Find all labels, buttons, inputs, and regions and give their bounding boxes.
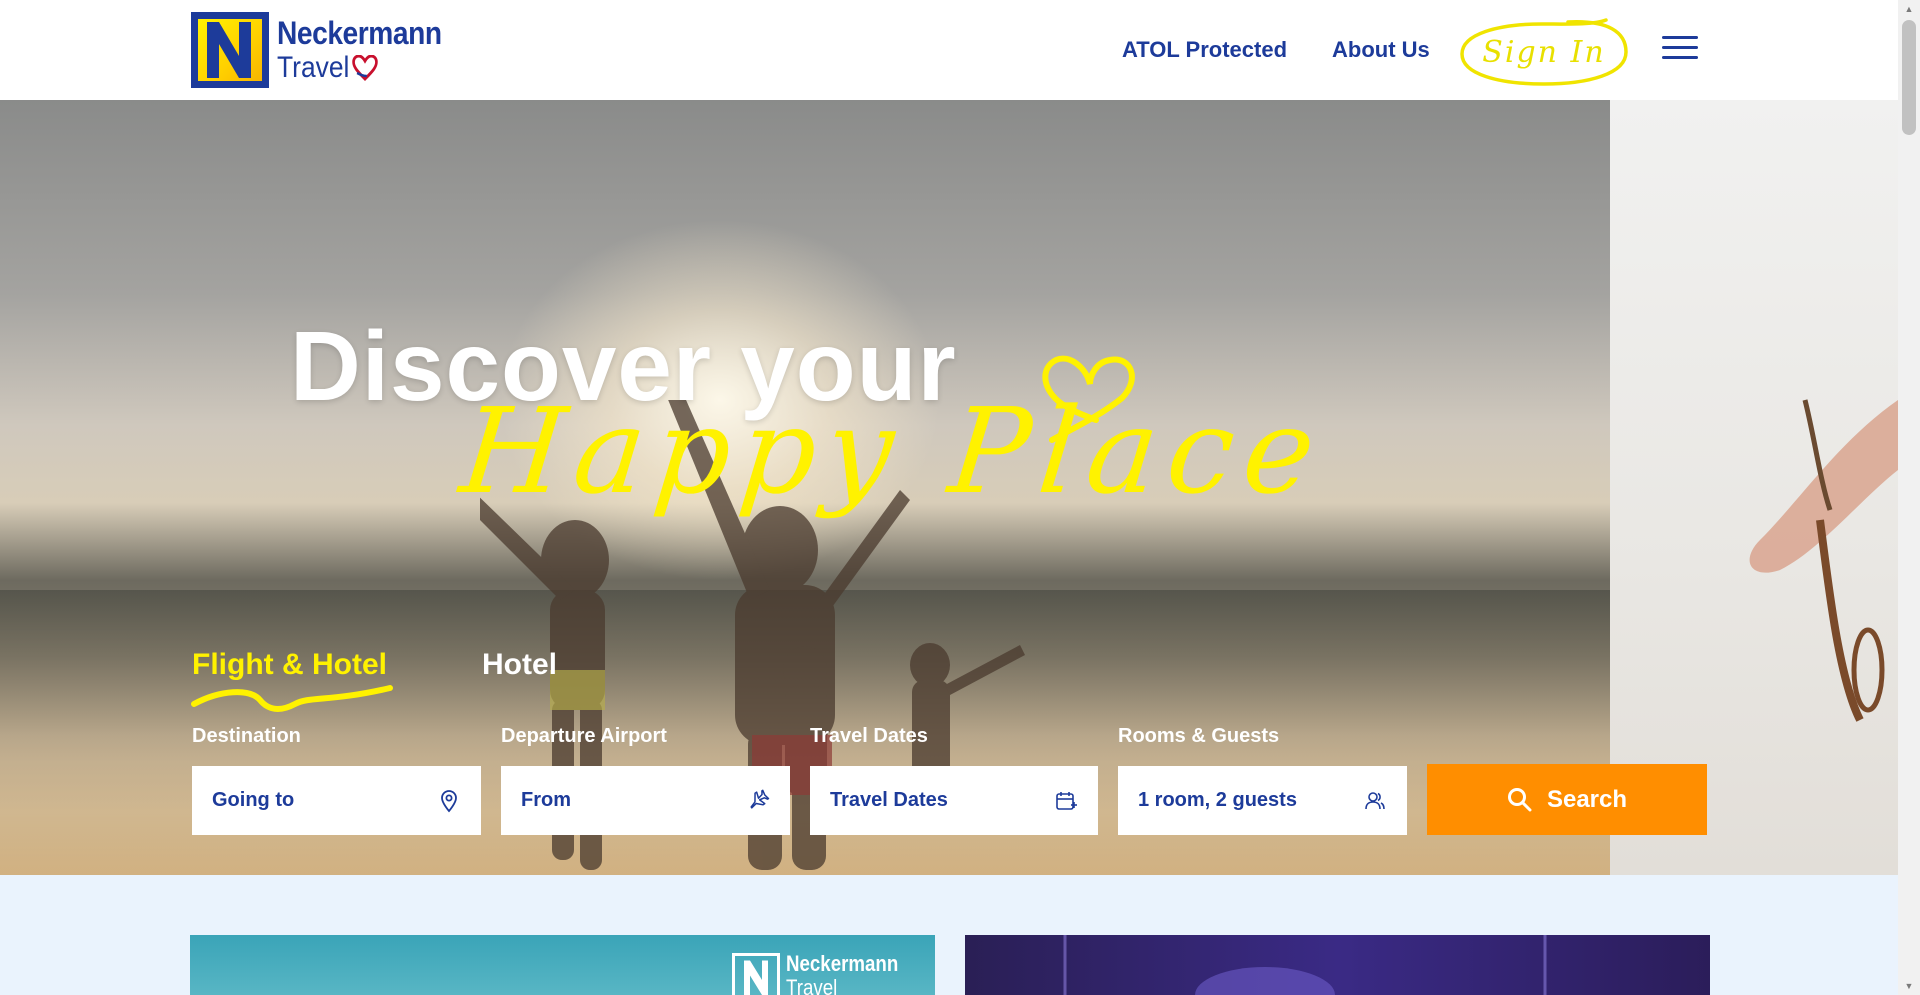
promo-concert-image <box>1063 935 1547 995</box>
tab-flight-hotel[interactable]: Flight & Hotel <box>192 648 387 682</box>
sign-in-button[interactable]: Sign In <box>1458 16 1630 88</box>
tab-hotel[interactable]: Hotel <box>482 648 557 682</box>
tab-active-underline-icon <box>191 685 393 712</box>
logo-brand-text: Neckermann <box>277 15 442 51</box>
departure-airport-field[interactable]: From <box>501 766 790 835</box>
promo-logo: Neckermann Travel <box>732 953 918 995</box>
departure-airport-label: Departure Airport <box>501 725 667 747</box>
nav-link-about-us[interactable]: About Us <box>1332 37 1430 63</box>
promo-logo-sub: Travel <box>786 975 838 995</box>
nav-atol: ATOL Protected <box>1122 0 1287 100</box>
promo-card-right[interactable] <box>965 935 1710 995</box>
destination-value: Going to <box>212 789 295 811</box>
hero-side-image <box>1610 100 1898 875</box>
site-header: Neckermann Travel ATOL Protected About U… <box>0 0 1898 100</box>
scroll-up-icon[interactable]: ▲ <box>1898 0 1920 18</box>
search-icon <box>1507 787 1532 811</box>
travel-dates-label: Travel Dates <box>810 725 928 747</box>
sign-in-label: Sign In <box>1482 34 1606 70</box>
calendar-icon <box>1056 791 1077 810</box>
rooms-guests-value: 1 room, 2 guests <box>1138 789 1297 811</box>
departure-airport-value: From <box>521 789 571 811</box>
promo-logo-mark-icon <box>732 953 780 995</box>
nav-about: About Us <box>1332 0 1430 100</box>
travel-dates-value: Travel Dates <box>830 789 948 811</box>
location-pin-icon <box>441 789 457 812</box>
hero-heart-icon <box>1042 355 1135 443</box>
page-scrollbar[interactable]: ▲ ▼ <box>1898 0 1920 995</box>
destination-field[interactable]: Going to <box>192 766 481 835</box>
hamburger-icon[interactable] <box>1662 36 1700 60</box>
heart-icon <box>352 55 378 81</box>
scrollbar-thumb[interactable] <box>1902 20 1916 135</box>
promo-card-left[interactable]: Neckermann Travel <box>190 935 935 995</box>
scroll-down-icon[interactable]: ▼ <box>1898 977 1920 995</box>
airplane-icon <box>750 789 770 809</box>
rooms-guests-label: Rooms & Guests <box>1118 725 1280 747</box>
logo-sub-text: Travel <box>277 51 350 84</box>
promo-logo-brand: Neckermann <box>786 951 899 976</box>
logo-mark-icon <box>191 12 269 88</box>
search-button-label: Search <box>1546 785 1628 813</box>
travel-dates-field[interactable]: Travel Dates <box>810 766 1098 835</box>
hero-tagline: Happy Place <box>454 382 1332 520</box>
nav-link-atol-protected[interactable]: ATOL Protected <box>1122 37 1287 63</box>
guests-icon <box>1365 791 1385 809</box>
brand-logo[interactable]: Neckermann Travel <box>191 12 464 88</box>
destination-label: Destination <box>192 725 301 747</box>
hero-section: Discover your Happy Place Flight & Hotel… <box>0 100 1898 875</box>
rooms-guests-field[interactable]: 1 room, 2 guests <box>1118 766 1407 835</box>
search-button[interactable]: Search <box>1427 764 1707 835</box>
